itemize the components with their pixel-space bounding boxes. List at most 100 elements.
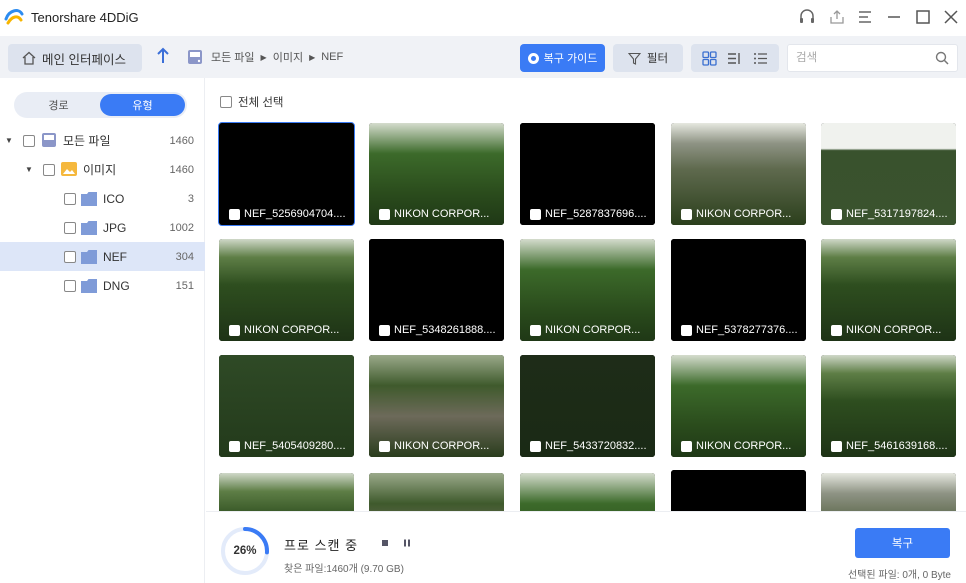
toolbar: 메인 인터페이스 모든 파일 ▶ 이미지 ▶ NEF 복구 가이드 필터 <box>0 36 966 78</box>
select-all[interactable]: 전체 선택 <box>220 94 284 110</box>
checkbox[interactable] <box>229 324 240 336</box>
thumbnail[interactable] <box>219 473 354 511</box>
checkbox[interactable] <box>229 208 240 220</box>
thumbnail[interactable]: NIKON CORPOR... <box>671 123 806 225</box>
checkbox[interactable] <box>530 324 541 336</box>
recover-button[interactable]: 복구 <box>855 528 950 558</box>
checkbox[interactable] <box>64 250 76 263</box>
recovery-guide-button[interactable]: 복구 가이드 <box>520 44 605 72</box>
file-name: NEF_5378277376.... <box>696 324 798 336</box>
tree-item-all-files[interactable]: ▼ 모든 파일 1460 <box>0 126 205 155</box>
caret-down-icon[interactable]: ▼ <box>25 165 33 174</box>
folder-icon <box>81 279 97 293</box>
checkbox[interactable] <box>23 134 35 147</box>
thumbnail[interactable] <box>520 473 655 511</box>
upload-icon[interactable] <box>826 6 848 28</box>
tab-path[interactable]: 경로 <box>16 94 101 116</box>
thumbnail[interactable]: NIKON CORPOR... <box>369 123 504 225</box>
tree-label: 이미지 <box>83 163 117 177</box>
thumbnail[interactable]: NEF_5317197824.... <box>821 123 956 225</box>
thumbnail-caption: NEF_5433720832.... <box>520 435 655 457</box>
tree-item-dng[interactable]: DNG 151 <box>0 271 205 300</box>
thumbnail-caption: NEF_5317197824.... <box>821 203 956 225</box>
checkbox[interactable] <box>681 440 692 452</box>
thumbnail[interactable] <box>821 473 956 511</box>
thumbnail-image <box>821 473 956 511</box>
home-button[interactable]: 메인 인터페이스 <box>8 44 142 72</box>
close-icon[interactable] <box>940 6 962 28</box>
home-icon <box>22 51 36 65</box>
tree-label: DNG <box>103 278 130 293</box>
stop-icon[interactable] <box>378 536 392 550</box>
checkbox[interactable] <box>379 208 390 220</box>
thumbnail[interactable] <box>671 470 806 511</box>
sidebar: 경로 유형 ▼ 모든 파일 1460 ▼ 이미지 1460 ICO 3 JPG … <box>0 78 205 583</box>
tree-item-jpg[interactable]: JPG 1002 <box>0 213 205 242</box>
checkbox[interactable] <box>530 440 541 452</box>
checkbox[interactable] <box>64 279 76 292</box>
headset-icon[interactable] <box>796 6 818 28</box>
thumbnail[interactable]: NEF_5287837696.... <box>520 123 655 225</box>
breadcrumb: 모든 파일 ▶ 이미지 ▶ NEF <box>187 49 343 65</box>
chevron-right-icon: ▶ <box>309 52 316 62</box>
breadcrumb-item-nef[interactable]: NEF <box>321 51 343 63</box>
breadcrumb-item-all-files[interactable]: 모든 파일 <box>211 49 255 65</box>
checkbox[interactable] <box>681 208 692 220</box>
file-name: NEF_5405409280.... <box>244 440 346 452</box>
list-view-icon[interactable] <box>751 49 769 67</box>
minimize-icon[interactable] <box>883 6 905 28</box>
thumbnail[interactable]: NEF_5378277376.... <box>671 239 806 341</box>
file-name: NIKON CORPOR... <box>244 324 340 336</box>
thumbnail[interactable]: NEF_5348261888.... <box>369 239 504 341</box>
menu-icon[interactable] <box>854 6 876 28</box>
app-logo-icon <box>4 9 24 25</box>
up-arrow-icon[interactable] <box>156 47 172 67</box>
grid-view-icon[interactable] <box>701 49 719 67</box>
checkbox[interactable] <box>379 324 390 336</box>
folder-icon <box>81 250 97 264</box>
filter-button[interactable]: 필터 <box>613 44 683 72</box>
checkbox[interactable] <box>831 440 842 452</box>
thumbnail-caption: NIKON CORPOR... <box>520 319 655 341</box>
detail-list-view-icon[interactable] <box>726 49 744 67</box>
thumbnail[interactable]: NIKON CORPOR... <box>219 239 354 341</box>
thumbnail[interactable]: NIKON CORPOR... <box>520 239 655 341</box>
thumbnail[interactable]: NEF_5405409280.... <box>219 355 354 457</box>
thumbnail-image <box>219 473 354 511</box>
thumbnail-caption: NIKON CORPOR... <box>369 435 504 457</box>
tree-item-image[interactable]: ▼ 이미지 1460 <box>0 155 205 184</box>
maximize-icon[interactable] <box>912 6 934 28</box>
checkbox[interactable] <box>530 208 541 220</box>
tree-item-nef[interactable]: NEF 304 <box>0 242 205 271</box>
title-bar: Tenorshare 4DDiG <box>0 0 966 36</box>
pause-icon[interactable] <box>400 536 414 550</box>
thumbnail[interactable]: NEF_5433720832.... <box>520 355 655 457</box>
checkbox[interactable] <box>681 324 692 336</box>
checkbox[interactable] <box>64 192 76 205</box>
home-button-label: 메인 인터페이스 <box>42 52 126 67</box>
search-input[interactable] <box>788 45 928 71</box>
thumbnail[interactable] <box>369 473 504 511</box>
thumbnail[interactable]: NIKON CORPOR... <box>821 239 956 341</box>
search-box <box>787 44 958 72</box>
checkbox[interactable] <box>379 440 390 452</box>
thumbnail-caption: NEF_5287837696.... <box>520 203 655 225</box>
checkbox[interactable] <box>831 208 842 220</box>
tree-label: 모든 파일 <box>63 134 111 148</box>
file-name: NEF_5461639168.... <box>846 440 948 452</box>
search-icon[interactable] <box>935 51 949 65</box>
caret-down-icon[interactable]: ▼ <box>5 136 13 145</box>
thumbnail[interactable]: NEF_5461639168.... <box>821 355 956 457</box>
thumbnail[interactable]: NIKON CORPOR... <box>671 355 806 457</box>
breadcrumb-item-image[interactable]: 이미지 <box>273 49 303 65</box>
tab-type[interactable]: 유형 <box>100 94 185 116</box>
thumbnail[interactable]: NEF_5256904704.... <box>218 122 355 226</box>
checkbox[interactable] <box>229 440 240 452</box>
select-all-checkbox[interactable] <box>220 96 232 108</box>
checkbox[interactable] <box>831 324 842 336</box>
tree-item-ico[interactable]: ICO 3 <box>0 184 205 213</box>
checkbox[interactable] <box>43 163 55 176</box>
thumbnail[interactable]: NIKON CORPOR... <box>369 355 504 457</box>
view-mode-group <box>691 44 779 72</box>
checkbox[interactable] <box>64 221 76 234</box>
